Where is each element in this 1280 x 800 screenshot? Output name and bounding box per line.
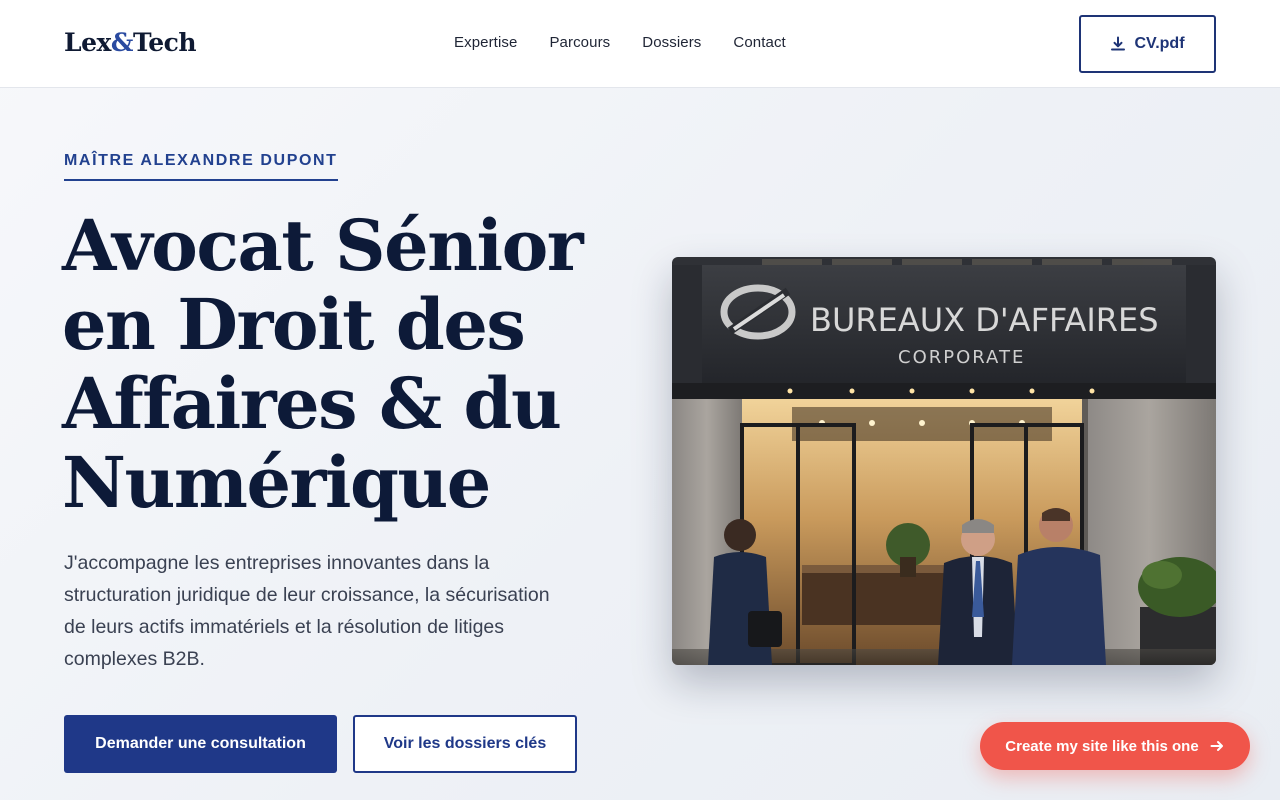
sign-text-sub: CORPORATE [898, 347, 1025, 368]
download-cv-button[interactable]: CV.pdf [1079, 15, 1216, 73]
hero-photo: BUREAUX D'AFFAIRES CORPORATE [672, 257, 1216, 665]
logo-text-right: Tech [132, 28, 197, 57]
request-consultation-button[interactable]: Demander une consultation [64, 715, 337, 773]
logo-text-left: Lex [64, 28, 111, 57]
create-site-label: Create my site like this one [1005, 737, 1199, 755]
hero-title: Avocat Sénior en Droit des Affaires & du… [62, 204, 584, 524]
sign-text-main: BUREAUX D'AFFAIRES [810, 301, 1159, 339]
arrow-right-icon [1210, 741, 1223, 751]
office-building-illustration: BUREAUX D'AFFAIRES CORPORATE [672, 257, 1216, 665]
site-header: Lex&Tech Expertise Parcours Dossiers Con… [0, 0, 1280, 88]
nav-item-expertise[interactable]: Expertise [454, 34, 517, 51]
logo-ampersand: & [110, 28, 134, 57]
nav-item-dossiers[interactable]: Dossiers [642, 34, 701, 51]
nav-item-parcours[interactable]: Parcours [549, 34, 610, 51]
main-nav: Expertise Parcours Dossiers Contact [454, 34, 786, 51]
hero-description: J'accompagne les entreprises innovantes … [64, 552, 550, 670]
create-site-button[interactable]: Create my site like this one [980, 722, 1250, 770]
view-key-cases-button[interactable]: Voir les dossiers clés [353, 715, 577, 773]
hero-eyebrow: Maître Alexandre Dupont [64, 152, 338, 181]
cv-button-label: CV.pdf [1134, 35, 1185, 52]
logo[interactable]: Lex&Tech [64, 28, 197, 57]
nav-item-contact[interactable]: Contact [733, 34, 785, 51]
download-icon [1111, 36, 1126, 51]
